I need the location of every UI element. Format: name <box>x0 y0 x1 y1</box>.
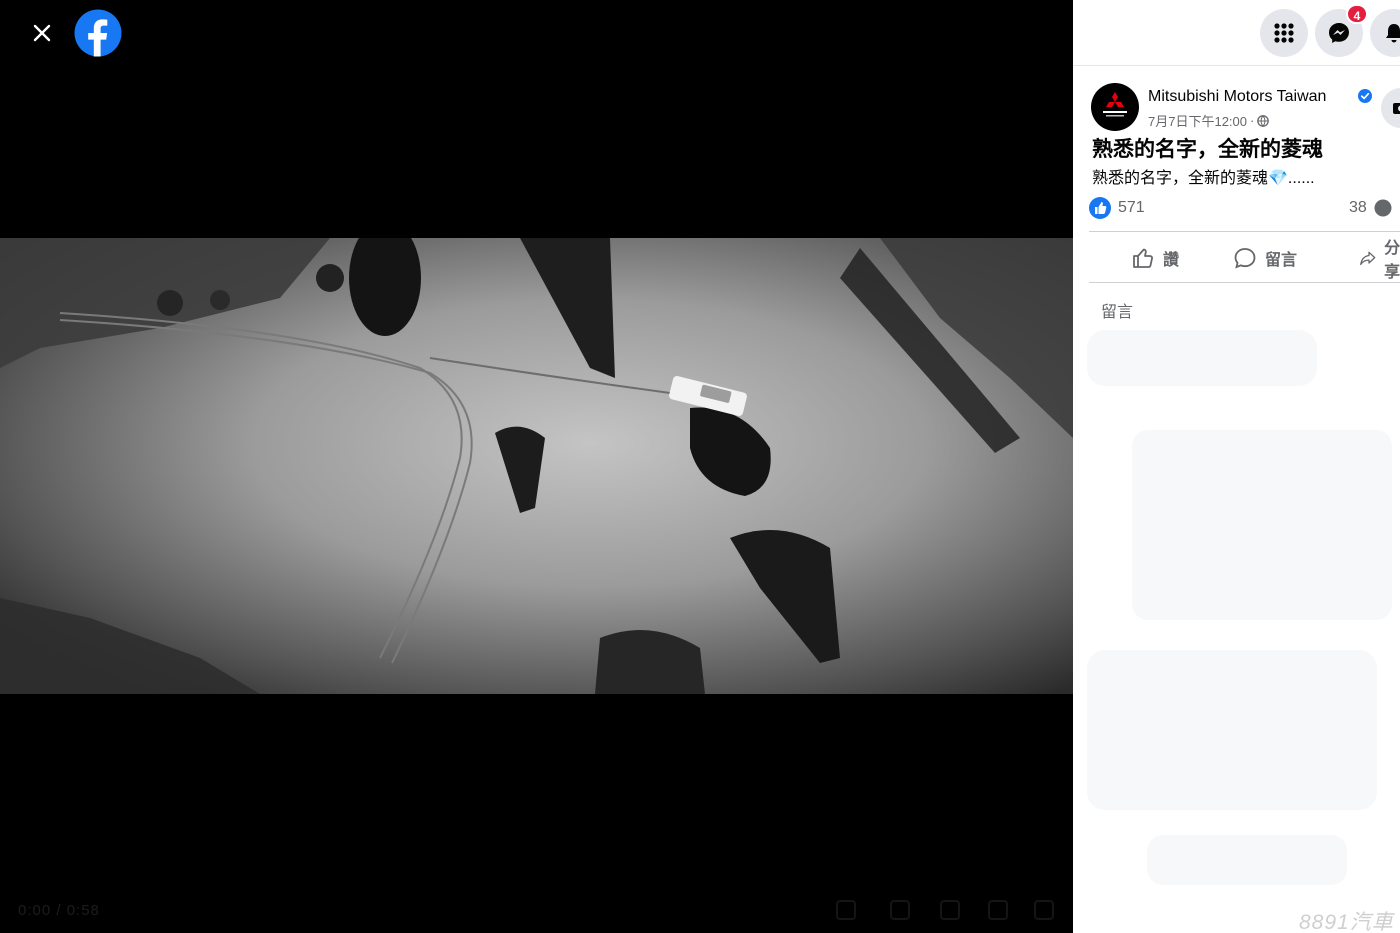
comment-bubble-icon <box>1374 199 1392 217</box>
post-title: 熟悉的名字，全新的菱魂 <box>1092 138 1323 161</box>
watermark: 8891汽車 <box>1299 911 1394 933</box>
video-frame[interactable] <box>0 238 1073 694</box>
like-button[interactable]: 讚 <box>1131 242 1179 274</box>
messenger-badge: 4 <box>1346 4 1368 24</box>
captions-icon[interactable] <box>836 900 856 920</box>
comment-button[interactable]: 留言 <box>1233 242 1297 274</box>
grid-menu-icon <box>1274 23 1294 43</box>
page-name[interactable]: Mitsubishi Motors Taiwan <box>1148 88 1326 106</box>
video-viewer: 0:00 / 0:58 <box>0 0 1073 933</box>
meta-separator: · <box>1250 113 1255 128</box>
mitsubishi-logo-icon <box>1093 85 1137 129</box>
page-avatar[interactable] <box>1091 83 1139 131</box>
notifications-button[interactable] <box>1370 9 1400 57</box>
post-header: Mitsubishi Motors Taiwan 7月7日下午12:00 · <box>1091 83 1400 133</box>
globe-icon <box>1257 114 1270 127</box>
close-icon <box>33 24 51 42</box>
camera-icon <box>1393 103 1400 114</box>
messenger-icon <box>1329 23 1349 43</box>
video-controls: 0:00 / 0:58 <box>0 890 1073 930</box>
like-label: 讚 <box>1163 252 1180 269</box>
post-text[interactable]: 熟悉的名字，全新的菱魂💎...... <box>1092 164 1315 188</box>
like-reaction-icon[interactable] <box>1089 197 1111 219</box>
page-options-button[interactable] <box>1381 88 1400 128</box>
like-count[interactable]: 571 <box>1118 199 1145 217</box>
verified-badge-icon <box>1358 89 1372 103</box>
comment-icon <box>1234 248 1256 269</box>
comments-section-label: 留言 <box>1101 304 1134 321</box>
facebook-logo-icon[interactable] <box>74 9 122 57</box>
settings-icon[interactable] <box>890 900 910 920</box>
post-timestamp[interactable]: 7月7日下午12:00 <box>1148 111 1247 130</box>
comments-loading-placeholder <box>1087 330 1392 885</box>
post-meta: 7月7日下午12:00 · <box>1148 111 1270 130</box>
fullscreen-icon[interactable] <box>1034 900 1054 920</box>
share-label: 分享 <box>1384 240 1400 281</box>
video-time: 0:00 / 0:58 <box>18 902 100 919</box>
comment-label: 留言 <box>1265 252 1298 269</box>
bell-icon <box>1386 24 1400 43</box>
share-icon <box>1360 251 1376 266</box>
volume-icon[interactable] <box>988 900 1008 920</box>
comment-count[interactable]: 38 <box>1349 199 1367 217</box>
post-panel: Mitsubishi Motors Taiwan 7月7日下午12:00 · 熟… <box>1073 0 1400 933</box>
close-button[interactable] <box>22 13 62 53</box>
post-stats: 571 38 <box>1089 196 1400 220</box>
thumbs-up-icon <box>1133 248 1153 268</box>
share-button[interactable]: 分享 <box>1359 240 1400 281</box>
pip-icon[interactable] <box>940 900 960 920</box>
desert-scene <box>0 238 1073 694</box>
post-actions: 讚 留言 分享 <box>1089 231 1400 283</box>
menu-button[interactable] <box>1260 9 1308 57</box>
